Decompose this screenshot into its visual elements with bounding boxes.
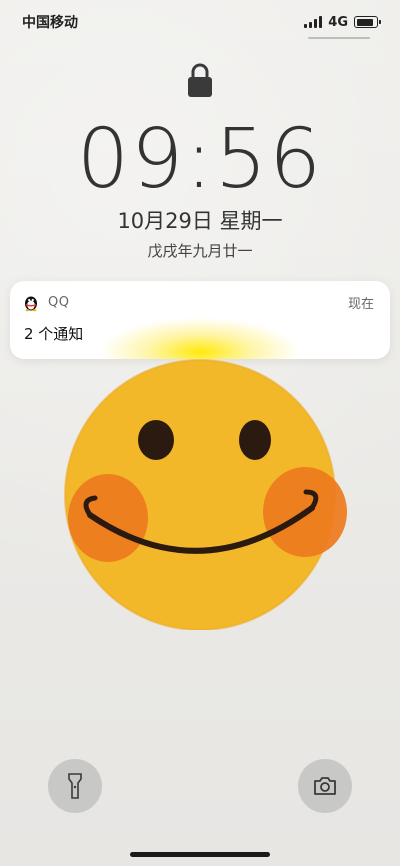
battery-icon — [354, 16, 381, 28]
date-label: 10月29日 星期一 — [117, 209, 283, 233]
lunar-date-label: 戊戌年九月廿一 — [147, 242, 253, 260]
notification-time: 现在 — [347, 297, 374, 312]
camera-button[interactable] — [298, 759, 352, 813]
network-type: 4G — [328, 14, 348, 30]
carrier-name: 中国移动 — [22, 15, 78, 31]
status-bar: 中国移动 4G — [0, 0, 400, 44]
home-indicator[interactable] — [130, 852, 270, 857]
status-indicators: 4G — [304, 14, 381, 30]
qq-penguin-icon — [25, 296, 37, 311]
flashlight-button[interactable] — [48, 759, 102, 813]
flashlight-icon — [68, 773, 82, 799]
notification-header: QQ 现在 — [22, 293, 374, 312]
lock-icon — [188, 63, 212, 97]
status-underline — [308, 37, 370, 39]
smiley-face-wallpaper-art — [64, 359, 347, 630]
notification-message: 2 个通知 — [24, 325, 84, 343]
qq-notification[interactable]: QQ 现在 2 个通知 — [10, 281, 390, 359]
clock-time: 09:56 — [76, 112, 324, 207]
notification-app-name: QQ — [48, 295, 70, 310]
camera-icon — [314, 777, 336, 795]
signal-icon — [304, 16, 323, 28]
